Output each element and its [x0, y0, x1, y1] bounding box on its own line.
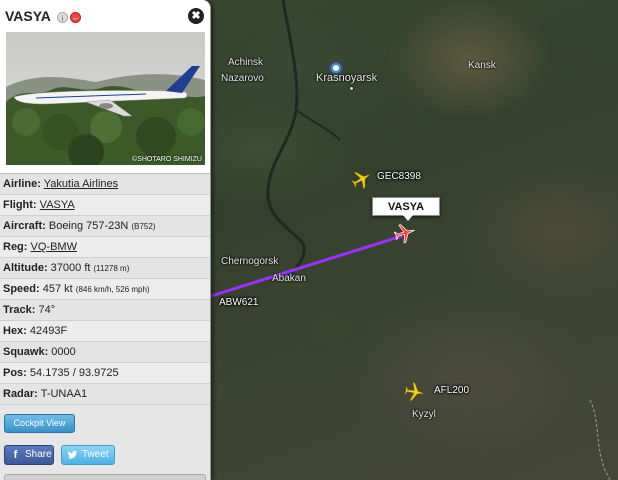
selected-flight-callout[interactable]: VASYA: [372, 197, 440, 221]
value-aircraft-code: (B752): [131, 222, 156, 231]
panel-header: VASYA i – ✖: [0, 0, 210, 30]
row-speed: Speed: 457 kt (846 km/h, 526 mph): [0, 279, 210, 300]
row-airline: Airline: Yakutia Airlines: [0, 174, 210, 195]
twitter-bird-icon: [67, 450, 78, 459]
row-radar: Radar: T-UNAA1: [0, 384, 210, 405]
aircraft-photo[interactable]: ©SHOTARO SHIMIZU: [6, 32, 205, 165]
value-speed-conversions: (846 km/h, 526 mph): [75, 285, 150, 294]
row-reg: Reg: VQ-BMW: [0, 237, 210, 258]
label-squawk: Squawk:: [3, 346, 49, 358]
label-altitude: Altitude:: [3, 262, 48, 274]
facebook-share-button[interactable]: f Share: [4, 445, 54, 465]
value-flight[interactable]: VASYA: [40, 199, 75, 211]
close-button[interactable]: ✖: [188, 8, 204, 24]
label-flight: Flight:: [3, 199, 37, 211]
cockpit-view-button[interactable]: Cockpit View: [4, 414, 75, 433]
city-label-krasnoyarsk: Krasnoyarsk: [316, 72, 378, 84]
value-hex: 42493F: [29, 325, 68, 337]
flight-info-panel: VASYA i – ✖ ©SHOTARO SHIMIZU Airline: Ya…: [0, 0, 211, 480]
label-reg: Reg:: [3, 241, 28, 253]
label-radar: Radar:: [3, 388, 38, 400]
label-speed: Speed:: [3, 283, 40, 295]
city-label-chernogorsk: Chernogorsk: [221, 256, 279, 267]
row-pos: Pos: 54.1735 / 93.9725: [0, 363, 210, 384]
value-aircraft: Boeing 757-23N: [48, 220, 129, 232]
value-track: 74°: [38, 304, 56, 316]
value-altitude: 37000 ft: [50, 262, 91, 274]
value-squawk: 0000: [51, 346, 76, 358]
remove-icon[interactable]: –: [70, 12, 81, 23]
value-airline[interactable]: Yakutia Airlines: [44, 178, 118, 190]
twitter-tweet-button[interactable]: Tweet: [61, 445, 115, 465]
plane-icon-selected[interactable]: [394, 222, 416, 244]
flight-details-list: Airline: Yakutia Airlines Flight: VASYA …: [0, 173, 210, 405]
row-hex: Hex: 42493F: [0, 321, 210, 342]
value-speed: 457 kt: [42, 283, 73, 295]
city-label-kyzyl: Kyzyl: [412, 409, 436, 420]
label-hex: Hex:: [3, 325, 27, 337]
value-radar: T-UNAA1: [40, 388, 88, 400]
flight-label-abw621[interactable]: ABW621: [219, 297, 258, 308]
flight-label-gec8398[interactable]: GEC8398: [377, 171, 421, 182]
plane-icon-afl200[interactable]: [404, 381, 426, 403]
facebook-share-label: Share: [25, 449, 52, 460]
value-altitude-metric: (11278 m): [93, 264, 130, 273]
city-label-kansk: Kansk: [468, 60, 496, 71]
photo-credit: ©SHOTARO SHIMIZU: [132, 156, 202, 163]
panel-title: VASYA: [5, 8, 51, 24]
info-icon[interactable]: i: [57, 12, 68, 23]
aircraft-photo-image: [6, 66, 205, 165]
value-reg[interactable]: VQ-BMW: [31, 241, 77, 253]
photo-container: ©SHOTARO SHIMIZU: [0, 30, 210, 173]
city-label-achinsk: Achinsk: [228, 57, 264, 68]
twitter-tweet-label: Tweet: [82, 449, 109, 460]
row-altitude: Altitude: 37000 ft (11278 m): [0, 258, 210, 279]
city-label-nazarovo: Nazarovo: [221, 73, 264, 84]
city-label-abakan: Abakan: [272, 273, 306, 284]
plane-icon-gec8398[interactable]: [351, 168, 373, 190]
row-flight: Flight: VASYA: [0, 195, 210, 216]
label-aircraft: Aircraft:: [3, 220, 46, 232]
value-pos: 54.1735 / 93.9725: [29, 367, 119, 379]
row-aircraft: Aircraft: Boeing 757-23N (B752): [0, 216, 210, 237]
label-track: Track:: [3, 304, 36, 316]
label-airline: Airline:: [3, 178, 41, 190]
row-track: Track: 74°: [0, 300, 210, 321]
row-squawk: Squawk: 0000: [0, 342, 210, 363]
flight-label-afl200[interactable]: AFL200: [434, 385, 469, 396]
city-dot-krasnoyarsk: [349, 86, 354, 91]
panel-bottom-bar[interactable]: [4, 474, 206, 480]
label-pos: Pos:: [3, 367, 27, 379]
facebook-icon: f: [13, 449, 18, 461]
